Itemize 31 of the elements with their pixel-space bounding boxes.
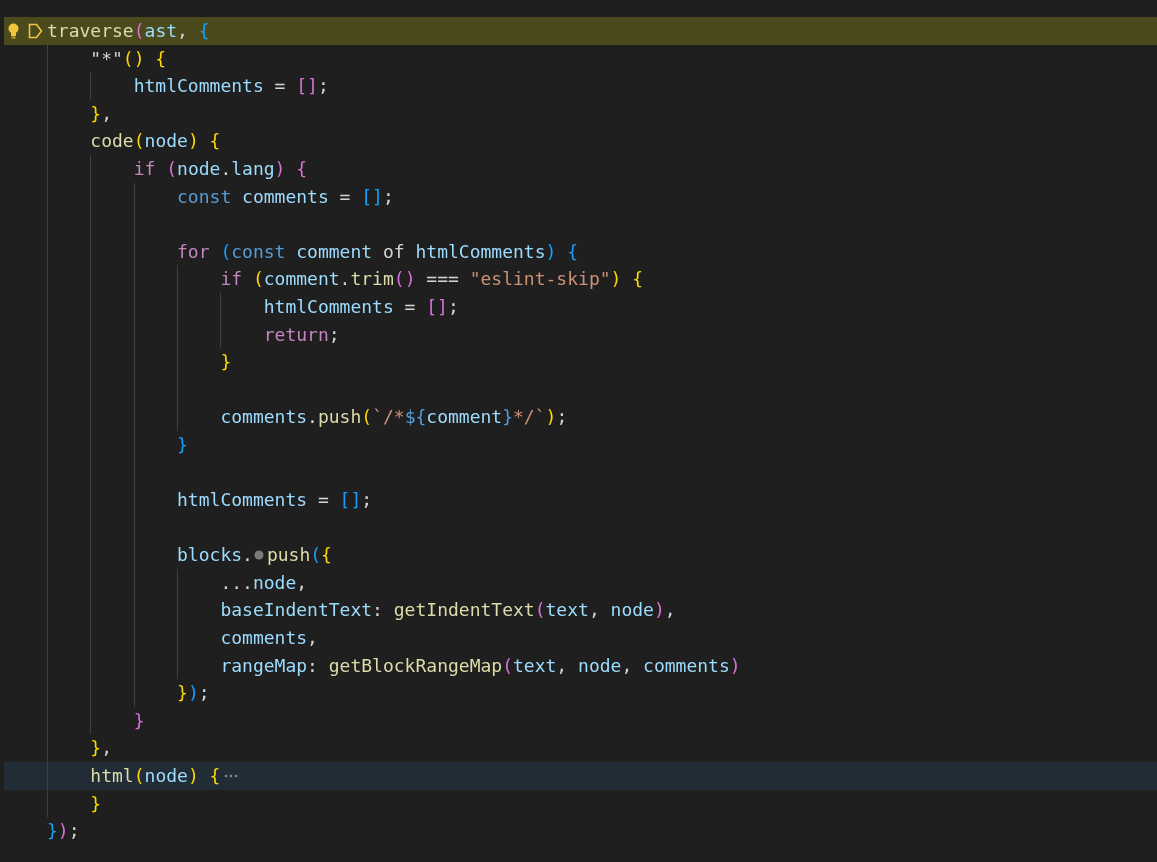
code-text: html(node) { (90, 764, 221, 789)
inline-hint-dot-icon (253, 550, 264, 561)
code-text: } (90, 791, 102, 816)
code-text: }, (90, 736, 113, 761)
code-text: rangeMap: getBlockRangeMap(text, node, comments) (220, 653, 741, 678)
code-text: push({ (266, 543, 332, 568)
code-text: blocks. (177, 543, 253, 568)
code-text: if (node.lang) { (133, 156, 308, 181)
code-text: }); (177, 681, 210, 706)
code-text: "*"() { (90, 46, 167, 71)
code-text: traverse(ast, { (47, 19, 210, 43)
code-text: if (comment.trim() === "eslint-skip") { (220, 267, 644, 292)
code-text: }, (90, 101, 113, 126)
lightbulb-icon[interactable] (8, 22, 19, 39)
code-text: }); (47, 819, 80, 844)
code-text: htmlComments = []; (133, 74, 329, 99)
code-text: comments.push(`/*${comment}*/`); (220, 405, 568, 430)
code-text: comments, (220, 626, 318, 651)
code-text: for (const comment of htmlComments) { (177, 239, 579, 264)
code-text: } (133, 708, 145, 733)
folded-ellipsis-icon[interactable] (224, 772, 239, 779)
code-text: code(node) { (90, 129, 221, 154)
code-text: htmlComments = []; (177, 488, 373, 513)
code-text: } (220, 350, 232, 375)
stack-frame-arrow-icon (28, 22, 43, 39)
code-text: } (177, 432, 188, 457)
code-text: baseIndentText: getIndentText(text, node), (220, 598, 676, 623)
code-text: ...node, (220, 570, 308, 595)
code-text: const comments = []; (177, 184, 394, 209)
code-text: htmlComments = []; (263, 294, 459, 319)
code-text: return; (263, 322, 340, 347)
